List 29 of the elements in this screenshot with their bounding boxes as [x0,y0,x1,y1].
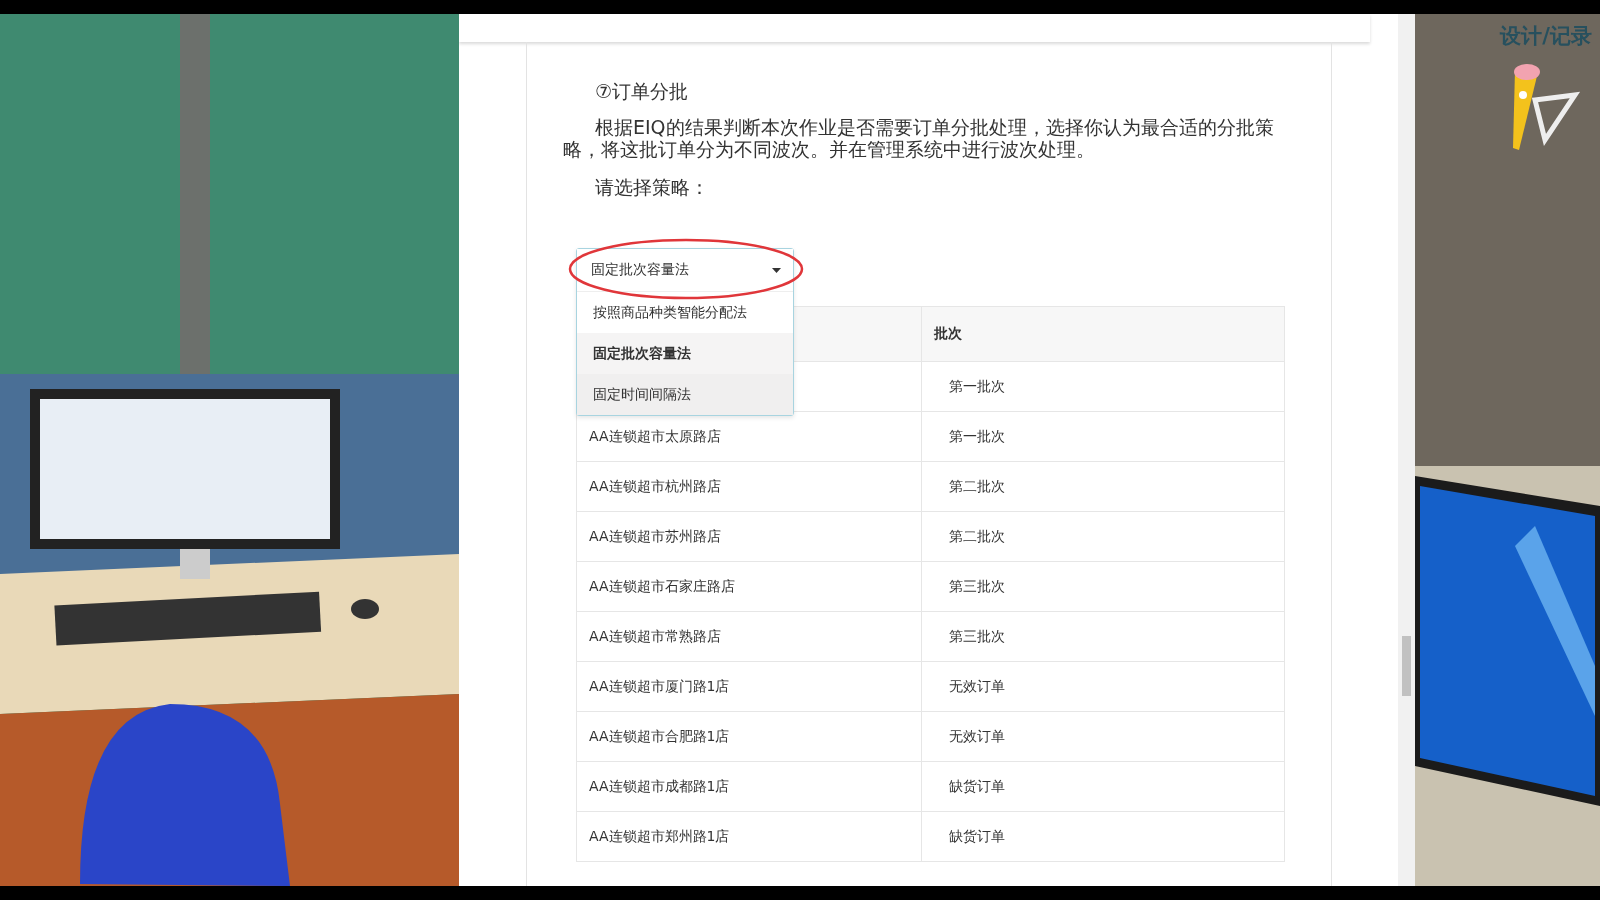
batch-label: 缺货订单 [949,777,1005,796]
batch-label: 第三批次 [949,577,1005,596]
dropdown-option[interactable]: 固定批次容量法 [577,333,793,374]
store-name: AA连锁超市太原路店 [589,427,721,446]
store-name: AA连锁超市石家庄路店 [589,577,735,596]
batch-label: 第一批次 [949,377,1005,396]
caret-icon [772,267,781,273]
instruction-paragraph: 根据EIQ的结果判断本次作业是否需要订单分批处理，选择你认为最合适的分批策略，将这批订单分为不同波次。并在管理系统中进行波次处理。 [563,116,1275,160]
scrollbar-thumb[interactable] [1402,636,1411,696]
batch-label: 无效订单 [949,727,1005,746]
batch-label: 无效订单 [949,677,1005,696]
store-name: AA连锁超市常熟路店 [589,627,721,646]
batch-label: 缺货订单 [949,827,1005,846]
select-prompt: 请选择策略： [595,175,710,200]
dropdown-option[interactable]: 固定时间间隔法 [577,374,793,415]
dropdown-value[interactable]: 固定批次容量法 [577,249,793,291]
store-name: AA连锁超市杭州路店 [589,477,721,496]
batch-label: 第三批次 [949,627,1005,646]
batch-label: 第一批次 [949,427,1005,446]
store-name: AA连锁超市苏州路店 [589,527,721,546]
batch-label: 第二批次 [949,477,1005,496]
section-heading: ⑦订单分批 [595,79,690,104]
store-name: AA连锁超市成都路1店 [589,777,730,796]
batch-label: 第二批次 [949,527,1005,546]
side-panel-title: 设计/记录 [1498,23,1593,50]
store-name: AA连锁超市厦门路1店 [589,677,730,696]
store-name: AA连锁超市合肥路1店 [589,727,730,746]
strategy-dropdown[interactable]: 固定批次容量法 按照商品种类智能分配法 固定批次容量法 固定时间间隔法 [576,248,794,416]
store-name: AA连锁超市郑州路1店 [589,827,730,846]
